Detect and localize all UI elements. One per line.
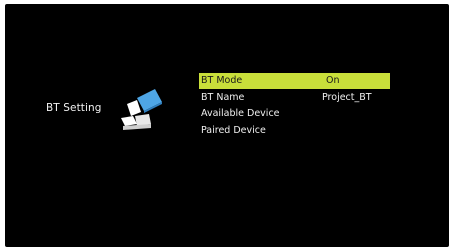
menu-item-bt-mode[interactable]: BT Mode On <box>199 73 390 89</box>
bt-settings-menu: BT Mode On BT Name Project_BT Available … <box>199 73 390 139</box>
menu-item-paired-device[interactable]: Paired Device <box>199 123 390 139</box>
menu-item-label: BT Name <box>201 91 245 103</box>
menu-item-value: On <box>326 75 340 86</box>
menu-item-label: Available Device <box>201 108 280 119</box>
menu-item-value: Project_BT <box>322 91 372 103</box>
menu-item-label: BT Mode <box>201 75 243 86</box>
menu-item-bt-name[interactable]: BT Name Project_BT <box>199 90 390 106</box>
menu-item-label: Paired Device <box>201 124 266 136</box>
bluetooth-settings-icon <box>117 86 165 132</box>
section-title: BT Setting <box>46 102 102 114</box>
menu-item-available-device[interactable]: Available Device <box>199 106 390 122</box>
osd-screen: BT Setting BT Mode On BT Name Project_BT… <box>5 4 449 247</box>
